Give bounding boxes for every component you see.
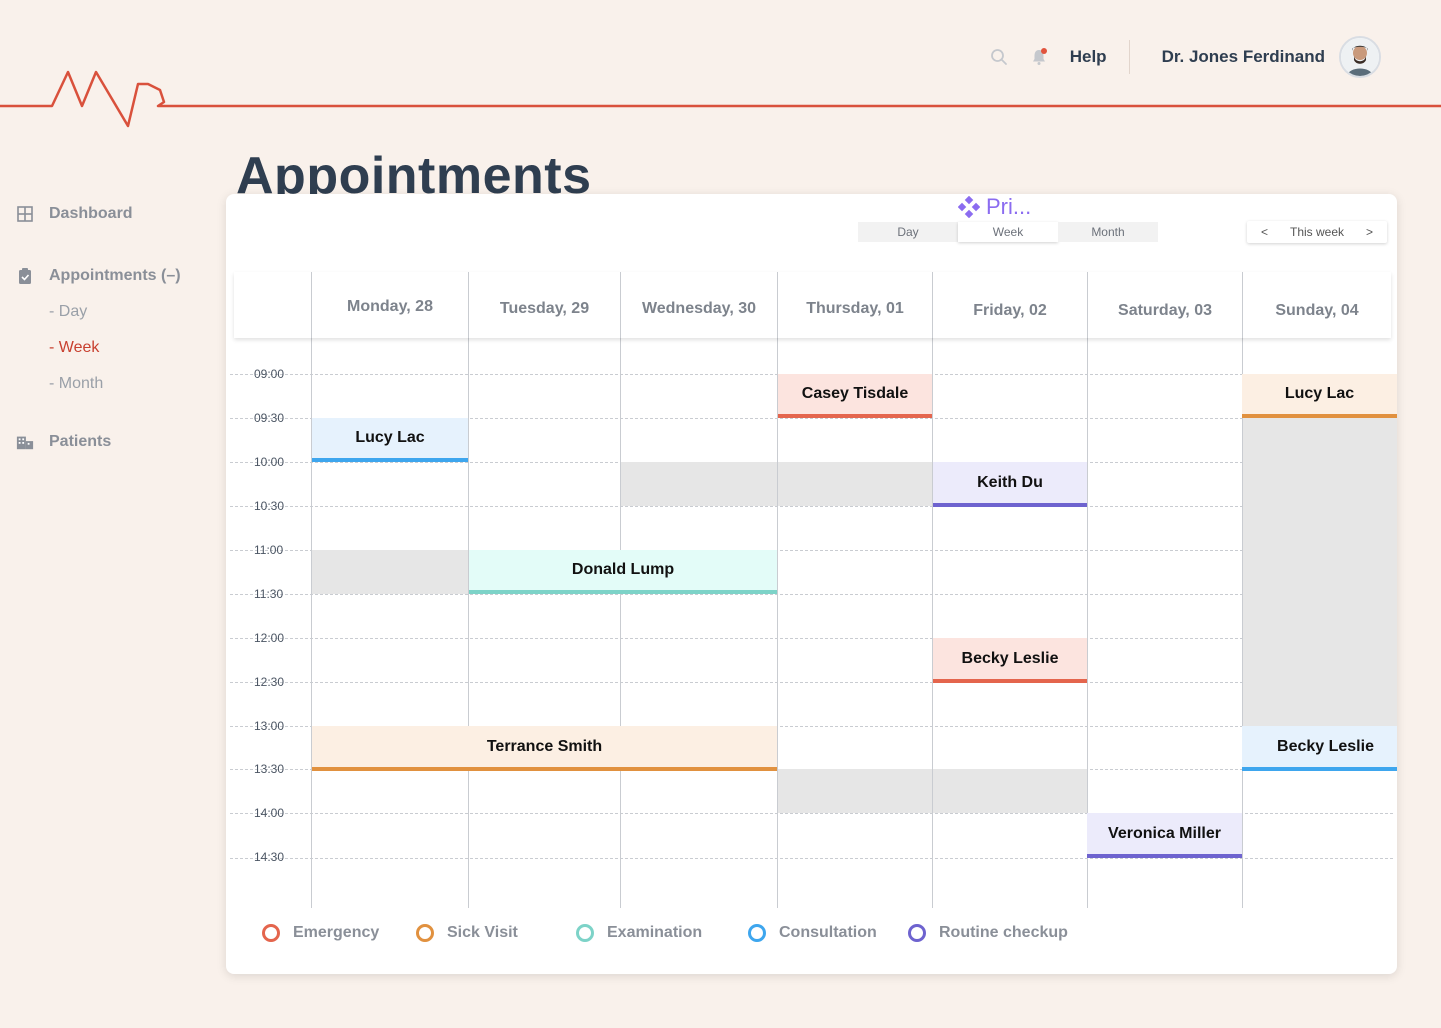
time-gridline xyxy=(230,594,1393,595)
legend-marker xyxy=(262,924,280,942)
time-label: 11:00 xyxy=(254,543,284,557)
sidebar-subitem-month[interactable]: - Month xyxy=(49,370,103,398)
time-gridline xyxy=(230,682,1393,683)
sidebar-item-label: Dashboard xyxy=(49,205,133,222)
sidebar-subitem-week[interactable]: - Week xyxy=(49,334,99,362)
grid-icon xyxy=(16,205,34,223)
clipboard-icon xyxy=(16,267,34,285)
day-gridline xyxy=(932,274,933,908)
unavailable-block xyxy=(312,550,468,594)
day-label-wednesday[interactable]: Wednesday, 30 xyxy=(621,300,777,318)
day-gridline xyxy=(311,274,312,908)
legend-label: Emergency xyxy=(293,924,380,941)
day-label-sunday[interactable]: Sunday, 04 xyxy=(1243,302,1391,320)
sidebar-item-label: Appointments (–) xyxy=(49,267,181,284)
legend-emergency: Emergency xyxy=(262,924,379,942)
appointment-lucy-lac-monday[interactable]: Lucy Lac xyxy=(312,418,468,462)
time-label: 14:00 xyxy=(254,806,285,820)
search-icon[interactable] xyxy=(988,46,1010,68)
sidebar-item-appointments[interactable]: Appointments (–) xyxy=(16,262,181,290)
legend-marker xyxy=(908,924,926,942)
time-label: 11:30 xyxy=(254,587,284,601)
appointment-name: Donald Lump xyxy=(571,561,675,578)
time-gridline xyxy=(230,858,1393,859)
appointment-casey-tisdale[interactable]: Casey Tisdale xyxy=(778,374,932,418)
legend-marker xyxy=(576,924,594,942)
appointment-donald-lump[interactable]: Donald Lump xyxy=(469,550,777,594)
appointment-becky-leslie-sunday[interactable]: Becky Leslie xyxy=(1242,726,1397,771)
appointment-name: Veronica Miller xyxy=(1108,824,1221,842)
time-label: 13:30 xyxy=(254,762,285,776)
legend-marker xyxy=(748,924,766,942)
appointment-name: Keith Du xyxy=(977,473,1043,491)
day-gridline xyxy=(1242,274,1243,908)
sidebar-item-dashboard[interactable]: Dashboard xyxy=(16,200,133,228)
time-label: 14:30 xyxy=(254,850,285,864)
appointment-keith-du[interactable]: Keith Du xyxy=(933,462,1087,507)
legend: Emergency Sick Visit Examination Consult… xyxy=(262,924,1362,944)
appointment-name: Lucy Lac xyxy=(1284,385,1355,402)
header-divider xyxy=(1128,40,1130,74)
time-label: 09:00 xyxy=(254,367,285,381)
legend-sick-visit: Sick Visit xyxy=(416,924,518,942)
appointment-name: Lucy Lac xyxy=(355,429,425,446)
doctor-name[interactable]: Dr. Jones Ferdinand xyxy=(1162,47,1325,67)
building-icon xyxy=(16,433,34,451)
bell-icon[interactable] xyxy=(1028,46,1050,68)
day-label-thursday[interactable]: Thursday, 01 xyxy=(778,300,932,318)
unavailable-block xyxy=(620,462,932,506)
legend-examination: Examination xyxy=(576,924,702,942)
appointment-name: Becky Leslie xyxy=(961,649,1059,667)
legend-consultation: Consultation xyxy=(748,924,877,942)
time-gridline xyxy=(230,638,1393,639)
legend-label: Sick Visit xyxy=(447,924,518,941)
sidebar-item-patients[interactable]: Patients xyxy=(16,428,111,456)
legend-routine-checkup: Routine checkup xyxy=(908,924,1068,942)
time-label: 10:30 xyxy=(254,499,285,513)
sidebar-subitem-day[interactable]: - Day xyxy=(49,298,87,326)
avatar[interactable] xyxy=(1339,36,1381,78)
appointment-name: Casey Tisdale xyxy=(801,385,909,402)
unavailable-block xyxy=(1242,418,1397,726)
calendar-card: Pri... Day Week Month < This week > 09:0… xyxy=(226,194,1397,974)
legend-label: Consultation xyxy=(779,924,877,941)
day-label-saturday[interactable]: Saturday, 03 xyxy=(1088,302,1242,320)
legend-label: Examination xyxy=(607,924,703,941)
legend-marker xyxy=(416,924,434,942)
appointment-name: Terrance Smith xyxy=(486,737,603,755)
legend-label: Routine checkup xyxy=(939,924,1068,941)
notification-dot xyxy=(1040,48,1047,54)
time-label: 13:00 xyxy=(254,719,285,733)
day-header-row: Monday, 28 Tuesday, 29 Wednesday, 30 Thu… xyxy=(234,272,1391,338)
appointment-becky-leslie-friday[interactable]: Becky Leslie xyxy=(933,638,1087,683)
time-gridline xyxy=(230,506,1393,507)
header-toolbar: Help Dr. Jones Ferdinand xyxy=(988,36,1381,78)
appointment-terrance-smith[interactable]: Terrance Smith xyxy=(312,726,777,771)
appointment-veronica-miller[interactable]: Veronica Miller xyxy=(1087,813,1242,858)
time-label: 09:30 xyxy=(254,411,285,425)
appointment-lucy-lac-sunday[interactable]: Lucy Lac xyxy=(1242,374,1397,418)
help-link[interactable]: Help xyxy=(1070,47,1107,67)
appointment-name: Becky Leslie xyxy=(1277,737,1374,755)
sidebar-item-label: Patients xyxy=(49,433,112,450)
day-gridline xyxy=(777,274,778,908)
day-label-friday[interactable]: Friday, 02 xyxy=(933,302,1087,320)
time-label: 12:30 xyxy=(254,675,285,689)
time-label: 10:00 xyxy=(254,455,285,469)
day-label-monday[interactable]: Monday, 28 xyxy=(312,298,468,316)
time-label: 12:00 xyxy=(254,631,285,645)
day-label-tuesday[interactable]: Tuesday, 29 xyxy=(469,300,620,318)
